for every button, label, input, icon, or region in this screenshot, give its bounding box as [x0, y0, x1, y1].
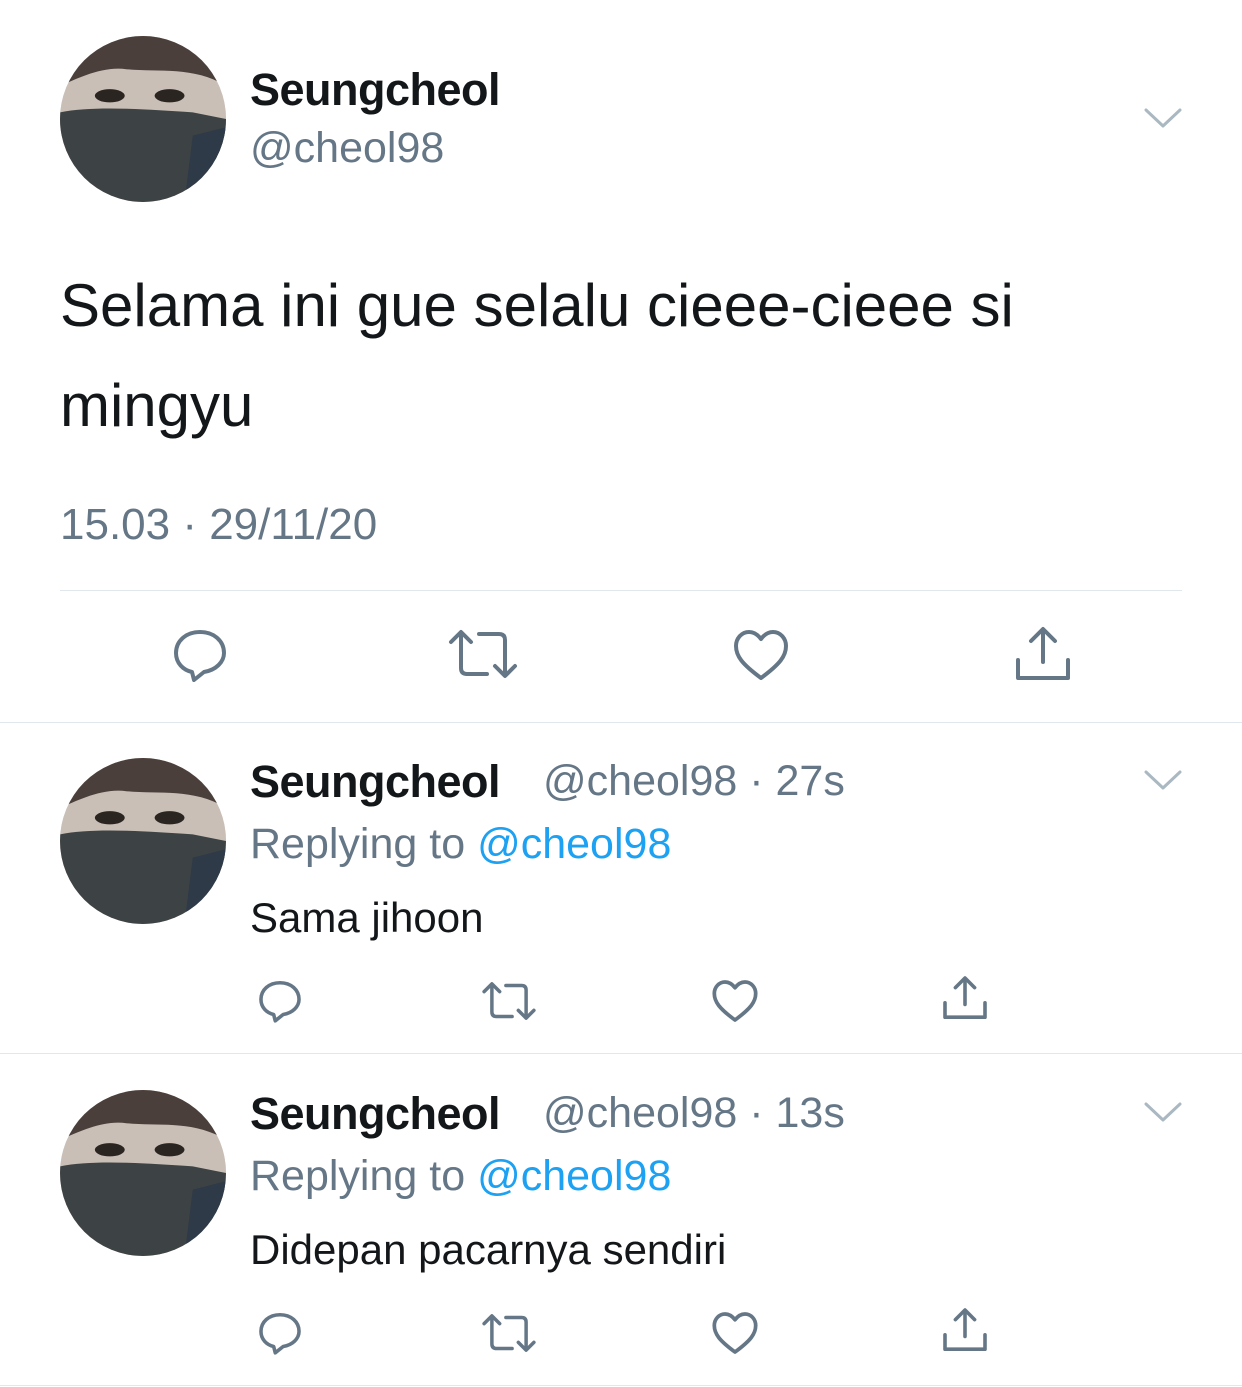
- author-name[interactable]: Seungcheol: [250, 64, 501, 116]
- divider: [0, 1385, 1242, 1386]
- reply-handle-time[interactable]: @cheol98 · 13s: [543, 1089, 845, 1138]
- replying-to-label: Replying to: [250, 820, 478, 868]
- reply-author-name[interactable]: Seungcheol: [250, 756, 501, 808]
- avatar-image: [60, 758, 226, 924]
- replying-to: Replying to @cheol98: [250, 820, 671, 869]
- replying-mention-link[interactable]: @cheol98: [477, 820, 671, 868]
- tweet-timestamp[interactable]: 15.03 · 29/11/20: [60, 500, 377, 550]
- chevron-down-icon[interactable]: [1143, 1100, 1183, 1126]
- replying-to: Replying to @cheol98: [250, 1152, 671, 1201]
- reply-text: Didepan pacarnya sendiri: [250, 1226, 727, 1273]
- like-icon[interactable]: [732, 628, 790, 682]
- share-icon[interactable]: [1012, 624, 1074, 684]
- author-handle[interactable]: @cheol98: [250, 124, 444, 173]
- like-icon[interactable]: [711, 1310, 759, 1356]
- tweet-text: Selama ini gue selalu cieee-cieee si min…: [60, 272, 1014, 439]
- avatar[interactable]: [60, 758, 226, 924]
- avatar-image: [60, 1090, 226, 1256]
- share-icon[interactable]: [940, 974, 990, 1022]
- avatar[interactable]: [60, 1090, 226, 1256]
- reply-text: Sama jihoon: [250, 894, 484, 941]
- retweet-icon[interactable]: [481, 980, 537, 1022]
- avatar-image: [60, 36, 226, 202]
- replying-mention-link[interactable]: @cheol98: [477, 1152, 671, 1200]
- retweet-icon[interactable]: [481, 1312, 537, 1354]
- divider: [0, 722, 1242, 723]
- reply-icon[interactable]: [170, 626, 230, 684]
- like-icon[interactable]: [711, 978, 759, 1024]
- reply-handle-time[interactable]: @cheol98 · 27s: [543, 757, 845, 806]
- reply-icon[interactable]: [256, 978, 304, 1024]
- divider: [60, 590, 1182, 591]
- chevron-down-icon[interactable]: [1143, 768, 1183, 794]
- chevron-down-icon[interactable]: [1143, 106, 1183, 132]
- reply-author-name[interactable]: Seungcheol: [250, 1088, 501, 1140]
- avatar[interactable]: [60, 36, 226, 202]
- divider: [0, 1053, 1242, 1054]
- retweet-icon[interactable]: [447, 628, 519, 680]
- replying-to-label: Replying to: [250, 1152, 478, 1200]
- reply-icon[interactable]: [256, 1310, 304, 1356]
- share-icon[interactable]: [940, 1306, 990, 1354]
